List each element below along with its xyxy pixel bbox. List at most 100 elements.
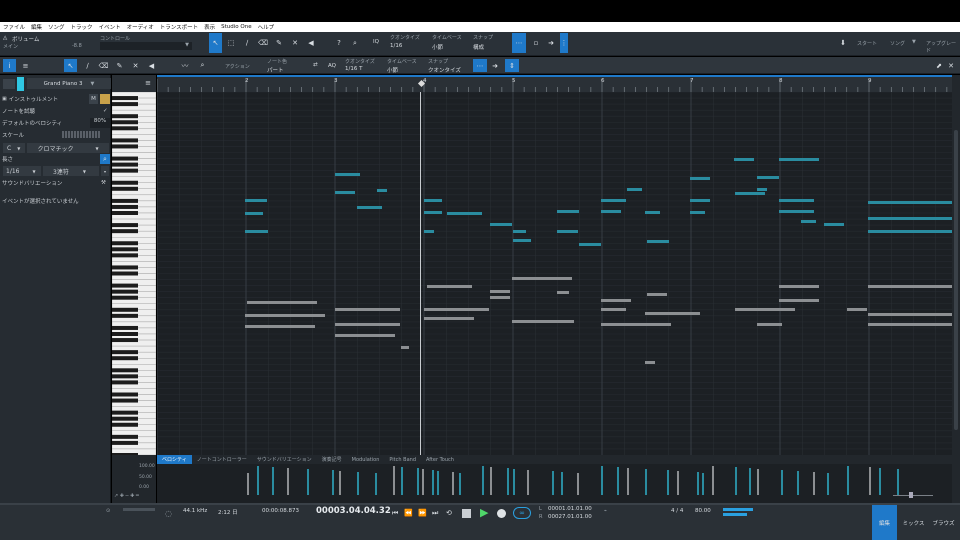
- midi-note[interactable]: [645, 361, 655, 364]
- arrow-tool-button[interactable]: ↖: [209, 33, 222, 53]
- midi-note[interactable]: [247, 301, 317, 304]
- velocity-bar[interactable]: [490, 467, 492, 495]
- velocity-bar[interactable]: [813, 472, 815, 495]
- midi-note[interactable]: [490, 290, 510, 293]
- start-button[interactable]: スタート: [857, 40, 877, 47]
- edit-snap-toggle[interactable]: ⋯: [473, 59, 487, 72]
- tab-pitch-band[interactable]: Pitch Band: [384, 455, 421, 464]
- velocity-tools-icon[interactable]: ↗ ✚ ─ ✚ ═: [114, 493, 139, 499]
- midi-note[interactable]: [868, 230, 952, 233]
- midi-note[interactable]: [245, 230, 268, 233]
- tempo[interactable]: 80.00: [695, 508, 711, 514]
- velocity-bar[interactable]: [847, 466, 849, 495]
- velocity-bar[interactable]: [357, 472, 359, 495]
- velocity-bar[interactable]: [332, 470, 334, 495]
- detach-icon[interactable]: ⬈: [934, 59, 944, 72]
- tab-sound-variation[interactable]: サウンドバリエーション: [252, 455, 317, 464]
- midi-note[interactable]: [424, 230, 434, 233]
- edit-speaker-icon[interactable]: ◀: [145, 59, 158, 72]
- midi-note[interactable]: [513, 239, 531, 242]
- aq-label[interactable]: AQ: [328, 63, 336, 69]
- midi-note[interactable]: [427, 285, 472, 288]
- velocity-bar[interactable]: [272, 467, 274, 495]
- mute-tool-icon[interactable]: ✕: [289, 36, 301, 50]
- midi-note[interactable]: [647, 240, 669, 243]
- midi-note[interactable]: [757, 188, 767, 191]
- velocity-bar[interactable]: [552, 471, 554, 495]
- length-lock-icon[interactable]: ⌕: [100, 154, 110, 164]
- velocity-bar[interactable]: [712, 466, 714, 495]
- mix-tab-button[interactable]: ミックス: [900, 505, 927, 540]
- midi-note[interactable]: [801, 220, 816, 223]
- song-button[interactable]: ソング: [890, 40, 905, 47]
- speaker-icon[interactable]: ◀: [305, 36, 317, 50]
- velocity-bar[interactable]: [287, 468, 289, 495]
- length-more-icon[interactable]: ▾: [101, 166, 109, 176]
- tab-note-controller[interactable]: ノートコントローラー: [192, 455, 252, 464]
- pencil-icon[interactable]: ✎: [273, 36, 285, 50]
- midi-note[interactable]: [401, 346, 409, 349]
- velocity-bar[interactable]: [561, 472, 563, 495]
- eraser-icon[interactable]: ⌫: [257, 36, 269, 50]
- menu-audio[interactable]: オーディオ: [127, 23, 154, 31]
- stop-button[interactable]: [462, 509, 471, 518]
- menu-studio-one[interactable]: Studio One: [221, 24, 251, 30]
- fast-forward-icon[interactable]: ⏩: [418, 509, 427, 517]
- edit-eraser-icon[interactable]: ⌫: [97, 59, 110, 72]
- time-signature[interactable]: 4 / 4: [671, 508, 683, 514]
- edit-mute-icon[interactable]: ✕: [129, 59, 142, 72]
- menu-help[interactable]: ヘルプ: [258, 23, 275, 31]
- midi-note[interactable]: [868, 323, 952, 326]
- edit-tab-button[interactable]: 編集: [872, 505, 897, 540]
- edit-snap-value[interactable]: クオンタイズ: [428, 66, 461, 74]
- loop-icon[interactable]: ⟲: [446, 509, 452, 517]
- return-to-zero-icon[interactable]: ⏮: [392, 509, 398, 518]
- midi-note[interactable]: [245, 212, 263, 215]
- edit-pencil-icon[interactable]: ✎: [113, 59, 126, 72]
- velocity-bar[interactable]: [797, 471, 799, 495]
- midi-note[interactable]: [579, 243, 601, 246]
- midi-note[interactable]: [601, 308, 626, 311]
- velocity-bar[interactable]: [452, 472, 454, 495]
- velocity-bar[interactable]: [527, 470, 529, 495]
- velocity-bar[interactable]: [482, 466, 484, 495]
- rewind-icon[interactable]: ⏪: [404, 509, 413, 517]
- velocity-bar[interactable]: [869, 467, 871, 495]
- dropdown-icon[interactable]: ▼: [912, 39, 916, 45]
- performance-icon[interactable]: ◌: [165, 509, 172, 518]
- velocity-bar[interactable]: [617, 467, 619, 495]
- zoom-slider[interactable]: [893, 495, 933, 496]
- velocity-bar[interactable]: [781, 470, 783, 495]
- piano-roll-grid[interactable]: [157, 92, 952, 455]
- midi-note[interactable]: [779, 299, 819, 302]
- velocity-bar[interactable]: [247, 473, 249, 495]
- midi-note[interactable]: [735, 308, 795, 311]
- midi-note[interactable]: [245, 325, 315, 328]
- inspector-toggle-button[interactable]: i: [3, 59, 16, 72]
- menu-file[interactable]: ファイル: [3, 23, 25, 31]
- midi-note[interactable]: [647, 293, 667, 296]
- midi-note[interactable]: [690, 211, 705, 214]
- loop-start[interactable]: 00001.01.01.00: [548, 506, 592, 512]
- midi-note[interactable]: [424, 308, 489, 311]
- midi-note[interactable]: [490, 223, 512, 226]
- edit-timebase-value[interactable]: 小節: [387, 66, 398, 74]
- edit-zoom-icon[interactable]: ⌕: [196, 59, 209, 72]
- midi-note[interactable]: [245, 199, 267, 202]
- action-menu[interactable]: アクション: [225, 63, 250, 70]
- midi-note[interactable]: [847, 308, 867, 311]
- browse-tab-button[interactable]: ブラウズ: [929, 505, 958, 540]
- tab-after-touch[interactable]: After Touch: [421, 455, 459, 464]
- midi-note[interactable]: [557, 210, 579, 213]
- midi-note[interactable]: [335, 334, 395, 337]
- menu-transport[interactable]: トランスポート: [160, 23, 198, 31]
- midi-note[interactable]: [824, 223, 844, 226]
- velocity-bar[interactable]: [339, 471, 341, 495]
- bars-display[interactable]: 00003.04.04.32: [316, 506, 391, 516]
- velocity-bar[interactable]: [677, 471, 679, 495]
- midi-note[interactable]: [424, 317, 474, 320]
- timeline-ruler[interactable]: 2 3 4 5 6 7 8 9: [157, 75, 952, 92]
- midi-note[interactable]: [377, 189, 387, 192]
- velocity-bar[interactable]: [459, 473, 461, 495]
- snap-mode-icon[interactable]: ▫: [530, 36, 542, 50]
